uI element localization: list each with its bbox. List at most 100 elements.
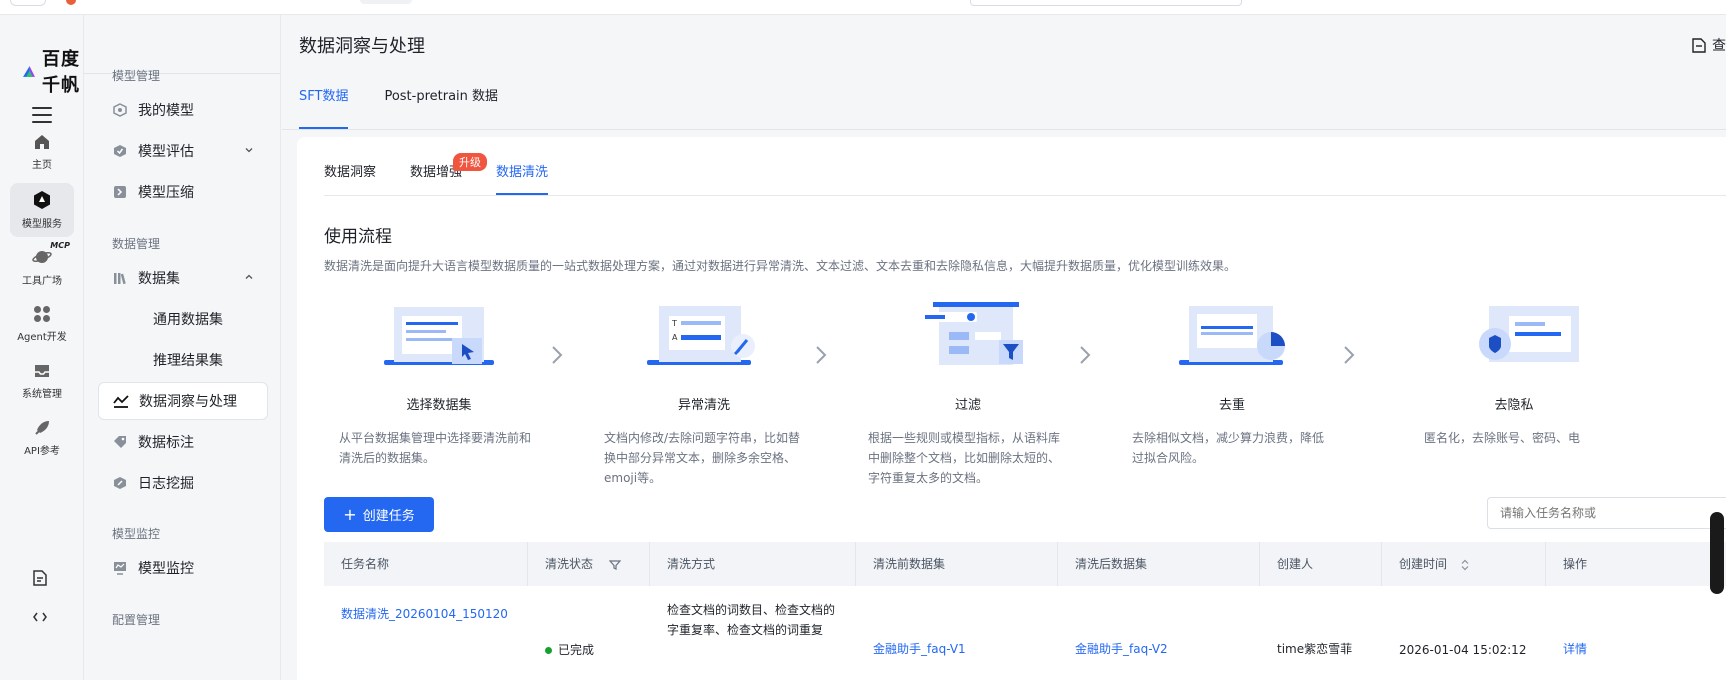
sort-icon[interactable] (1461, 559, 1469, 571)
create-task-button[interactable]: + 创建任务 (324, 497, 434, 532)
group-data-label: 数据管理 (112, 237, 161, 251)
rail-item-label: 系统管理 (22, 389, 62, 400)
qianfan-logo-icon (23, 66, 35, 77)
flow-step-abnormal: T A 异常清洗 文档内修改/去除问题字符串，比如替换中部分异常文本，删除多余空… (604, 302, 804, 488)
dedup-illustration (1167, 302, 1297, 372)
status-dot (545, 647, 552, 654)
rail-item-api[interactable]: API参考 (10, 411, 74, 465)
sidebar-item-my-model[interactable]: 我的模型 (98, 91, 268, 129)
sidebar-item-label: 模型压缩 (138, 185, 194, 201)
chart-line-icon (113, 395, 129, 408)
upgrade-badge: 升级 (453, 153, 487, 171)
filter-icon[interactable] (608, 559, 622, 571)
secondary-sidebar: 模型管理 我的模型 模型评估 模型压缩 数据管理 数据集 通用数据集 推理结果集… (84, 15, 281, 680)
flow-step-select: 选择数据集 从平台数据集管理中选择要清洗前和清洗后的数据集。 (339, 302, 539, 468)
agent-grid-icon (34, 306, 50, 322)
sidebar-item-label: 数据洞察与处理 (139, 394, 237, 410)
sidebar-item-label: 数据标注 (138, 435, 194, 451)
tag-icon (114, 436, 126, 448)
sidebar-item-label: 模型监控 (138, 561, 194, 577)
rail-item-system[interactable]: 系统管理 (10, 354, 74, 408)
tab-post-pretrain-data[interactable]: Post-pretrain 数据 (384, 85, 498, 129)
sidebar-item-general-dataset[interactable]: 通用数据集 (98, 300, 268, 338)
left-rail: 百度千帆 主页 模型服务 MCP 工具广场 Agent开发 系统管理 API参考 (0, 15, 84, 680)
status-text: 已完成 (558, 643, 595, 657)
after-dataset-link[interactable]: 金融助手_faq-V2 (1075, 640, 1168, 657)
document-icon (1692, 37, 1706, 53)
step-desc: 匿名化，去除账号、密码、电 (1424, 431, 1581, 445)
document-icon[interactable] (33, 570, 47, 586)
chevron-right-icon (1080, 346, 1091, 364)
top-search-input[interactable] (970, 0, 1242, 6)
chevron-up-icon[interactable] (244, 272, 254, 282)
model-service-icon (34, 191, 50, 209)
inbox-icon (35, 365, 49, 377)
menu-toggle-icon[interactable] (32, 107, 52, 123)
sidebar-item-model-monitor[interactable]: 模型监控 (98, 549, 268, 587)
column-header-status[interactable]: 清洗状态 (528, 542, 650, 586)
tools-planet-icon (32, 251, 52, 263)
sidebar-item-label: 推理结果集 (153, 353, 223, 369)
main-area: 数据洞察与处理 查 SFT数据 Post-pretrain 数据 数据洞察 数据… (282, 15, 1726, 680)
column-header-method: 清洗方式 (650, 542, 856, 586)
rail-item-home[interactable]: 主页 (10, 125, 74, 179)
step-title: 去重 (1218, 398, 1245, 413)
code-icon[interactable] (33, 612, 47, 622)
filter-illustration (903, 302, 1033, 372)
rail-item-label: Agent开发 (17, 332, 67, 343)
home-icon (35, 135, 49, 149)
task-name-link[interactable]: 数据清洗_20260104_150120 (341, 605, 508, 622)
sidebar-item-label: 数据集 (138, 271, 180, 287)
sidebar-item-label: 通用数据集 (153, 312, 223, 328)
tab-data-cleaning[interactable]: 数据清洗 (496, 161, 549, 195)
sidebar-item-label: 日志挖掘 (138, 476, 194, 492)
rail-item-model-service[interactable]: 模型服务 (10, 183, 74, 237)
before-dataset-link[interactable]: 金融助手_faq-V1 (873, 640, 966, 657)
sidebar-item-inference-dataset[interactable]: 推理结果集 (98, 341, 268, 379)
content-card: 数据洞察 数据增强 数据清洗 升级 使用流程 数据清洗是面向提升大语言模型数据质… (297, 137, 1726, 680)
step-title: 异常清洗 (677, 398, 730, 413)
created-time-text: 2026-01-04 15:02:12 (1399, 643, 1527, 657)
rail-item-label: 模型服务 (22, 219, 62, 230)
sidebar-item-data-label[interactable]: 数据标注 (98, 423, 268, 461)
step-title: 去隐私 (1494, 398, 1534, 413)
sidebar-item-dataset[interactable]: 数据集 (98, 259, 268, 297)
doc-button[interactable]: 查 (1692, 35, 1726, 55)
scrollbar-thumb[interactable] (1710, 512, 1724, 594)
chevron-right-icon (552, 346, 563, 364)
detail-link[interactable]: 详情 (1563, 640, 1587, 657)
rail-item-tools[interactable]: MCP 工具广场 (10, 240, 74, 294)
flow-title: 使用流程 (324, 227, 392, 247)
brand-name: 百度千帆 (42, 49, 81, 96)
sub-tabs-divider (324, 195, 1726, 196)
chevron-down-icon[interactable] (244, 145, 254, 155)
top-tab[interactable] (360, 0, 412, 4)
column-header-creator: 创建人 (1260, 542, 1382, 586)
flow-step-filter: 过滤 根据一些规则或模型指标，从语料库中删除整个文档，比如删除太短的、字符重复太… (868, 302, 1068, 488)
brand-logo[interactable]: 百度千帆 (22, 45, 83, 97)
svg-text:T: T (671, 319, 677, 328)
tab-sft-data[interactable]: SFT数据 (299, 85, 349, 129)
privacy-illustration (1449, 302, 1579, 372)
top-back-button[interactable] (10, 0, 46, 6)
tabs-divider (282, 129, 1726, 130)
tab-data-insight[interactable]: 数据洞察 (324, 161, 376, 195)
group-monitor-label: 模型监控 (112, 527, 161, 541)
sidebar-item-model-compress[interactable]: 模型压缩 (98, 173, 268, 211)
sidebar-item-data-insight[interactable]: 数据洞察与处理 (98, 382, 268, 420)
column-header-created[interactable]: 创建时间 (1382, 542, 1546, 586)
rail-item-label: 工具广场 (22, 276, 62, 287)
method-line-1: 检查文档的词数目、检查文档的 (667, 603, 836, 617)
rail-item-agent[interactable]: Agent开发 (10, 297, 74, 351)
task-search-input[interactable] (1487, 497, 1726, 529)
column-header-after: 清洗后数据集 (1058, 542, 1260, 586)
sidebar-item-model-eval[interactable]: 模型评估 (98, 132, 268, 170)
group-model-label: 模型管理 (112, 69, 161, 83)
top-app-icon (66, 0, 76, 5)
select-dataset-illustration (374, 302, 504, 372)
sidebar-item-log-mining[interactable]: 日志挖掘 (98, 464, 268, 502)
flow-step-dedup: 去重 去除相似文档，减少算力浪费，降低过拟合风险。 (1132, 302, 1332, 468)
plus-icon: + (343, 504, 357, 524)
hexagon-icon (113, 103, 127, 117)
chevron-right-icon (816, 346, 827, 364)
